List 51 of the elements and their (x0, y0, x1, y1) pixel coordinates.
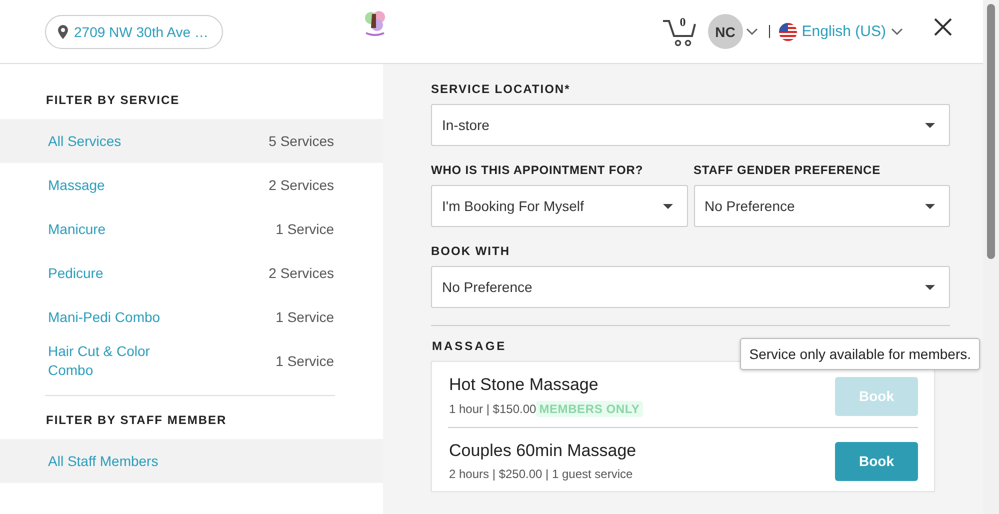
field-label: STAFF GENDER PREFERENCE (694, 163, 882, 177)
dropdown[interactable]: No Preference (694, 185, 950, 227)
field-label: SERVICE LOCATION* (431, 82, 572, 96)
service-name: Hot Stone Massage (449, 375, 600, 395)
section-title: FILTER BY SERVICE (45, 92, 181, 109)
cart-icon (662, 18, 698, 46)
location-pin-icon (58, 24, 68, 38)
field-label: WHO IS THIS APPOINTMENT FOR? (431, 163, 644, 177)
service-details: 2 hours | $250.00 | 1 guest service (449, 467, 633, 481)
service-count: 1 Service (276, 309, 334, 325)
filter-label: All Services (48, 132, 122, 150)
filter-item[interactable]: Pedicure 2 Services (0, 251, 383, 295)
filter-item[interactable]: Manicure 1 Service (0, 207, 383, 251)
chevron-down-icon[interactable] (746, 28, 758, 36)
filter-label: All Staff Members (48, 452, 160, 470)
filter-label: Pedicure (48, 264, 104, 282)
chevron-down-icon (891, 28, 903, 36)
user-avatar[interactable]: NC (708, 14, 743, 49)
tooltip: Service only available for members. (740, 338, 980, 370)
filter-item[interactable]: All Services 5 Services (0, 119, 383, 163)
filter-label: Manicure (48, 220, 107, 238)
caret-icon (925, 284, 935, 290)
service-name: Couples 60min Massage (449, 441, 636, 461)
field-label: BOOK WITH (431, 244, 511, 258)
caret-icon (925, 204, 935, 208)
scrollbar-thumb[interactable] (987, 4, 995, 259)
service-count: 5 Services (268, 133, 334, 149)
caret-icon (925, 122, 935, 128)
service-count: 2 Services (268, 265, 334, 281)
caret-icon (662, 204, 672, 208)
filter-item[interactable]: Massage 2 Services (0, 163, 383, 207)
logo-icon (363, 8, 387, 38)
cart-button[interactable]: 0 (662, 18, 698, 46)
us-flag-icon (778, 22, 797, 40)
dropdown[interactable]: In-store (431, 104, 950, 146)
filter-label: Hair Cut & Color Combo (48, 342, 151, 380)
dropdown[interactable]: No Preference (431, 266, 950, 308)
filter-item[interactable]: Mani-Pedi Combo 1 Service (0, 295, 383, 339)
category-title: MASSAGE (432, 339, 508, 353)
dropdown[interactable]: I'm Booking For Myself (431, 185, 688, 227)
members-only-badge: MEMBERS ONLY (536, 401, 643, 417)
section-title: FILTER BY STAFF MEMBER (45, 412, 228, 429)
filter-label: Mani-Pedi Combo (48, 308, 162, 326)
service-count: 1 Service (276, 353, 334, 369)
filter-label: Massage (48, 176, 106, 194)
filter-item[interactable]: Hair Cut & Color Combo 1 Service (0, 339, 383, 383)
service-count: 1 Service (276, 221, 334, 237)
location-text: 2709 NW 30th Ave … (74, 24, 208, 40)
service-count: 2 Services (268, 177, 334, 193)
close-icon[interactable] (933, 16, 953, 36)
service-details: 1 hour | $150.00 (449, 402, 536, 416)
